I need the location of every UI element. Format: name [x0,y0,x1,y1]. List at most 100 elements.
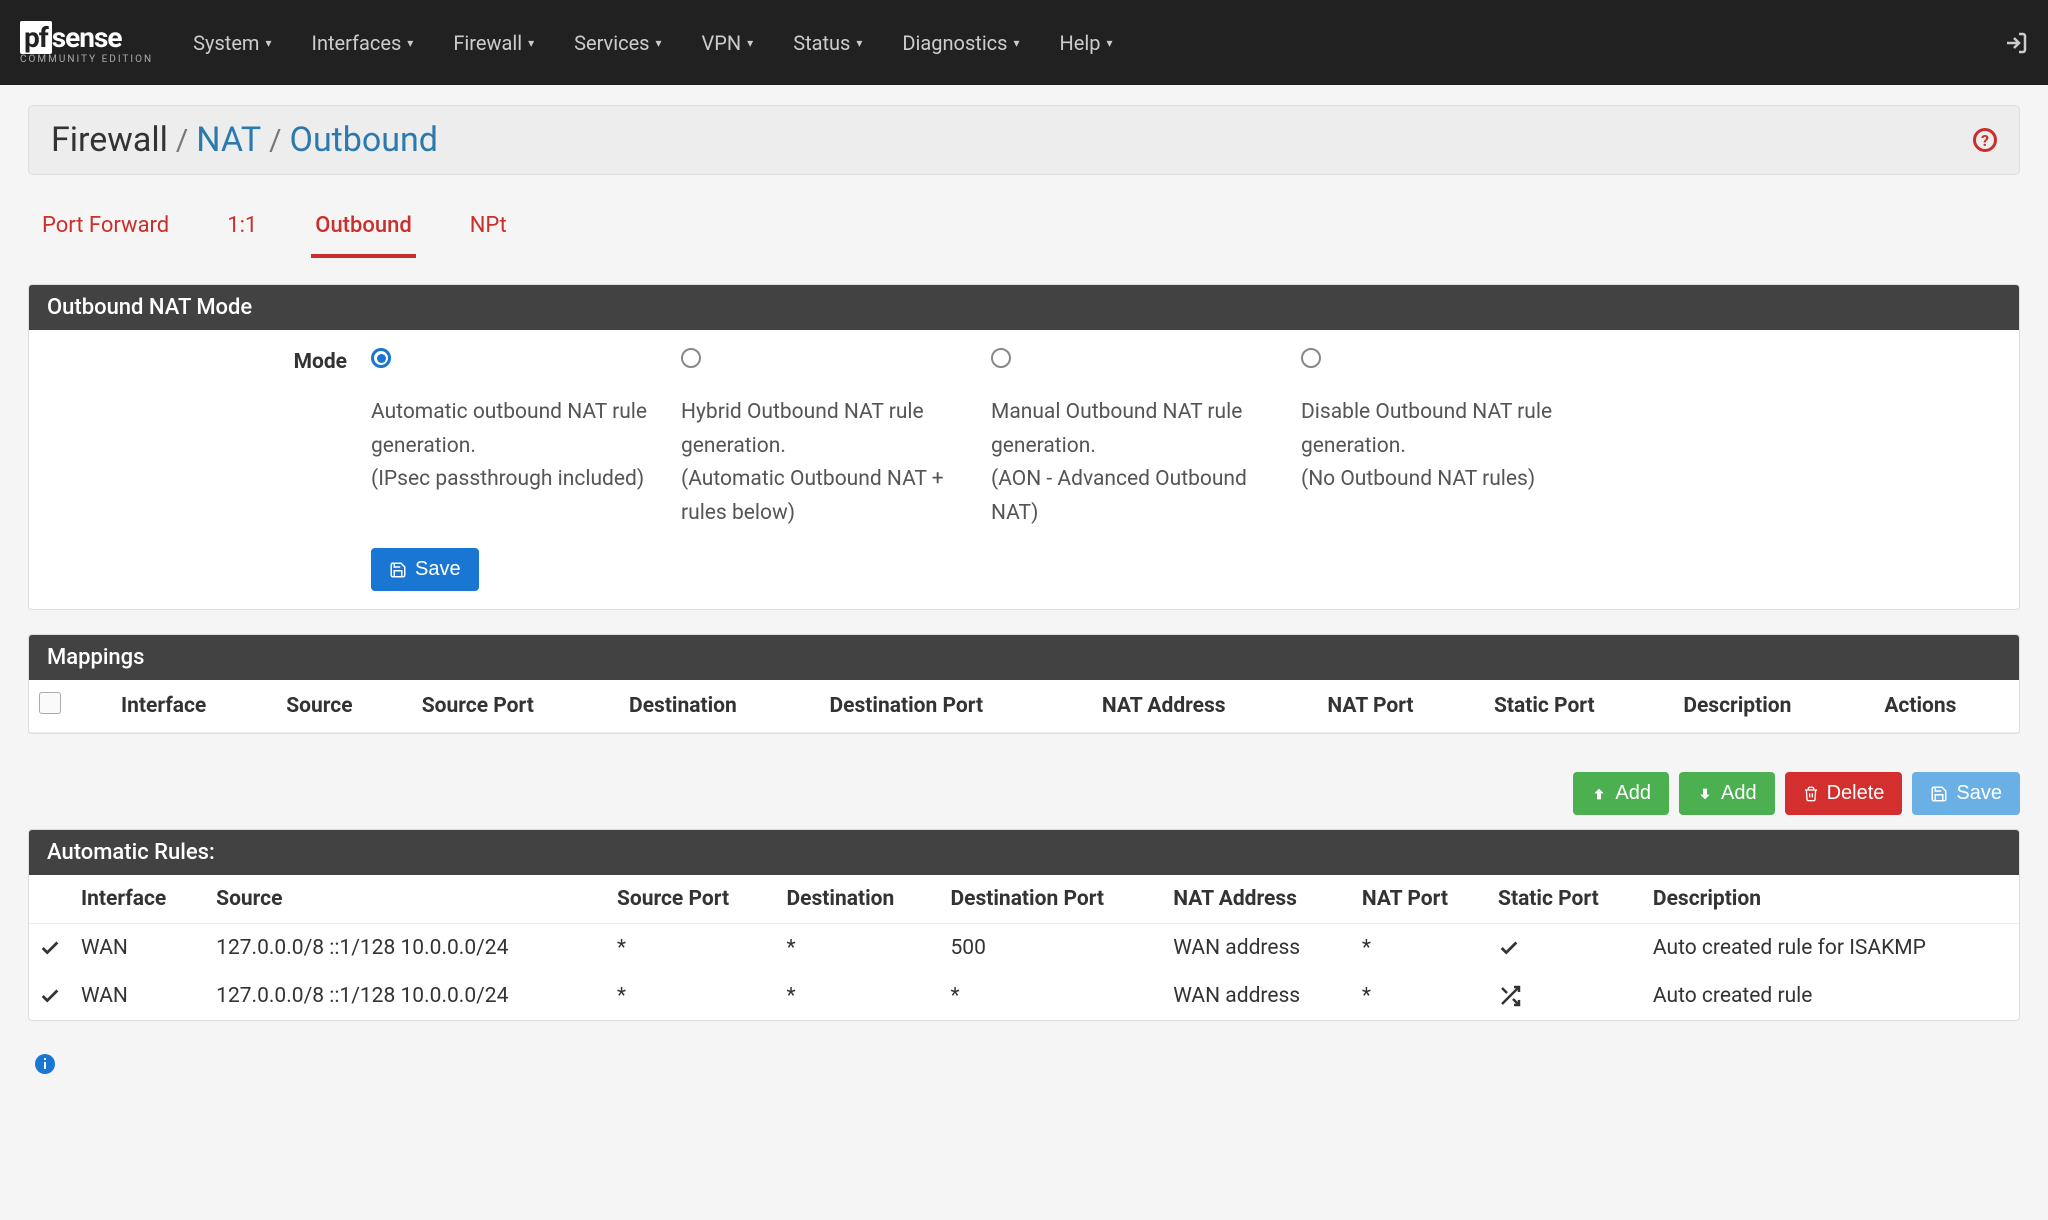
cell-nat-addr: WAN address [1163,972,1352,1020]
check-icon [39,937,61,959]
nav-diagnostics[interactable]: Diagnostics▾ [902,31,1019,55]
cell-static-port [1488,924,1643,973]
logo[interactable]: pfsense COMMUNITY EDITION [20,21,153,65]
mode-option-automatic: Automatic outbound NAT rule generation. … [371,348,671,530]
th-destination: Destination [777,875,941,924]
cell-dest: * [777,924,941,973]
nav-system[interactable]: System▾ [193,31,271,55]
table-row: WAN 127.0.0.0/8 ::1/128 10.0.0.0/24 * * … [29,924,2019,973]
info-circle-icon [33,1052,57,1076]
panel-heading: Mappings [29,635,2019,680]
tab-port-forward[interactable]: Port Forward [38,203,173,258]
table-row: WAN 127.0.0.0/8 ::1/128 10.0.0.0/24 * * … [29,972,2019,1020]
caret-down-icon: ▾ [528,36,534,50]
panel-heading: Automatic Rules: [29,830,2019,875]
th-interface: Interface [111,680,276,733]
radio-manual[interactable] [991,348,1011,368]
mode-option-manual: Manual Outbound NAT rule generation. (AO… [991,348,1291,530]
cell-nat-port: * [1352,972,1488,1020]
th-interface: Interface [71,875,206,924]
th-static-port: Static Port [1484,680,1673,733]
help-icon[interactable]: ? [1973,128,1997,152]
save-order-button[interactable]: Save [1912,772,2020,815]
shuffle-icon [1498,984,1522,1008]
crumb-firewall[interactable]: Firewall [51,120,168,160]
panel-automatic-rules: Automatic Rules: Interface Source Source… [28,829,2020,1021]
caret-down-icon: ▾ [1013,36,1019,50]
check-icon [1498,937,1520,959]
caret-down-icon: ▾ [747,36,753,50]
cell-source: 127.0.0.0/8 ::1/128 10.0.0.0/24 [206,972,607,1020]
cell-desc: Auto created rule for ISAKMP [1643,924,2019,973]
arrow-up-icon [1591,786,1607,802]
save-button[interactable]: Save [371,548,479,591]
th-description: Description [1673,680,1874,733]
th-destination: Destination [619,680,819,733]
nav-help[interactable]: Help▾ [1060,31,1113,55]
nav-vpn[interactable]: VPN▾ [702,31,754,55]
nat-tabs: Port Forward 1:1 Outbound NPt [28,193,2020,258]
delete-button[interactable]: Delete [1785,772,1903,815]
mappings-table: Interface Source Source Port Destination… [29,680,2019,733]
mode-desc: Automatic outbound NAT rule generation. … [371,396,671,497]
info-icon[interactable] [32,1051,58,1077]
tab-npt[interactable]: NPt [466,203,511,258]
mode-option-hybrid: Hybrid Outbound NAT rule generation. (Au… [681,348,981,530]
radio-automatic[interactable] [371,348,391,368]
save-label: Save [1956,782,2002,805]
arrow-down-icon [1697,786,1713,802]
nav-services[interactable]: Services▾ [574,31,661,55]
mode-desc: Manual Outbound NAT rule generation. (AO… [991,396,1291,530]
cell-source: 127.0.0.0/8 ::1/128 10.0.0.0/24 [206,924,607,973]
cell-dest-port: * [940,972,1163,1020]
crumb-outbound[interactable]: Outbound [290,120,438,160]
th-source-port: Source Port [412,680,619,733]
floppy-icon [389,561,407,579]
mode-desc: Hybrid Outbound NAT rule generation. (Au… [681,396,981,530]
th-source-port: Source Port [607,875,777,924]
caret-down-icon: ▾ [856,36,862,50]
add-bottom-button[interactable]: Add [1679,772,1775,815]
trash-icon [1803,786,1819,802]
logo-sense: sense [52,21,122,54]
delete-label: Delete [1827,782,1885,805]
cell-src-port: * [607,924,777,973]
mappings-actions: Add Add Delete Save [28,758,2020,829]
top-navbar: pfsense COMMUNITY EDITION System▾ Interf… [0,0,2048,85]
logo-text: pfsense [20,21,153,54]
radio-disable[interactable] [1301,348,1321,368]
nav-items: System▾ Interfaces▾ Firewall▾ Services▾ … [193,31,2004,55]
th-destination-port: Destination Port [820,680,1092,733]
add-top-button[interactable]: Add [1573,772,1669,815]
panel-heading: Outbound NAT Mode [29,285,2019,330]
cell-nat-addr: WAN address [1163,924,1352,973]
breadcrumb-sep: / [176,123,188,158]
mode-label: Mode [51,348,371,530]
th-static-port: Static Port [1488,875,1643,924]
th-source: Source [206,875,607,924]
nav-status[interactable]: Status▾ [793,31,862,55]
breadcrumb: Firewall / NAT / Outbound ? [28,105,2020,175]
logo-subtitle: COMMUNITY EDITION [20,54,153,65]
breadcrumb-sep: / [269,123,281,158]
add-label: Add [1615,782,1651,805]
cell-nat-port: * [1352,924,1488,973]
logout-icon[interactable] [2004,31,2028,55]
mode-option-disable: Disable Outbound NAT rule generation. (N… [1301,348,1601,530]
nav-firewall[interactable]: Firewall▾ [453,31,534,55]
mode-desc: Disable Outbound NAT rule generation. (N… [1301,396,1601,497]
crumb-nat[interactable]: NAT [196,120,261,160]
nav-interfaces[interactable]: Interfaces▾ [312,31,414,55]
panel-mappings: Mappings Interface Source Source Port De… [28,634,2020,734]
select-all-checkbox[interactable] [39,692,61,714]
cell-interface: WAN [71,972,206,1020]
radio-hybrid[interactable] [681,348,701,368]
th-nat-port: NAT Port [1317,680,1484,733]
tab-outbound[interactable]: Outbound [311,203,415,258]
caret-down-icon: ▾ [265,36,271,50]
th-nat-address: NAT Address [1092,680,1318,733]
cell-interface: WAN [71,924,206,973]
panel-outbound-nat-mode: Outbound NAT Mode Mode Automatic outboun… [28,284,2020,610]
tab-one-to-one[interactable]: 1:1 [223,203,261,258]
caret-down-icon: ▾ [1106,36,1112,50]
